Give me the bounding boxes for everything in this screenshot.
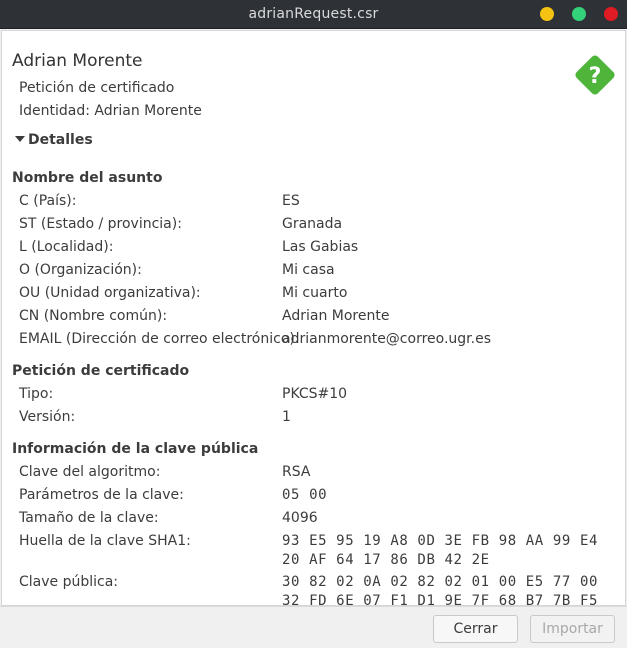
- triangle-down-icon: [15, 136, 25, 142]
- field-value: 05 00: [282, 487, 328, 503]
- window-title: adrianRequest.csr: [248, 6, 379, 22]
- subject-heading: Nombre del asunto: [12, 170, 163, 186]
- titlebar[interactable]: adrianRequest.csr: [0, 0, 627, 29]
- field-value: Granada: [282, 216, 343, 232]
- certificate-view[interactable]: Adrian Morente Petición de certificado I…: [1, 30, 626, 606]
- field-value: Adrian Morente: [282, 308, 390, 324]
- pubkey-heading: Información de la clave pública: [12, 441, 259, 457]
- question-diamond-icon: ?: [575, 55, 615, 95]
- field-label: Clave pública:: [19, 574, 119, 590]
- certificate-type: Petición de certificado: [19, 80, 175, 96]
- details-label: Detalles: [28, 132, 93, 148]
- field-label: C (País):: [19, 193, 77, 209]
- field-label: Tipo:: [19, 386, 54, 402]
- field-label: O (Organización):: [19, 262, 142, 278]
- field-value: RSA: [282, 464, 311, 480]
- field-label: EMAIL (Dirección de correo electrónico):: [19, 331, 300, 347]
- window: adrianRequest.csr Adrian Morente Petició…: [0, 0, 627, 648]
- field-value: Mi casa: [282, 262, 335, 278]
- field-value: 30 82 02 0A 02 82 02 01 00 E5 77 00: [282, 574, 599, 590]
- dialog-footer: Cerrar Importar: [0, 606, 627, 648]
- field-value: 1: [282, 409, 291, 425]
- field-label: L (Localidad):: [19, 239, 114, 255]
- field-value: 32 FD 6E 07 F1 D1 9E 7F 68 B7 7B F5: [282, 593, 599, 606]
- field-value: adrianmorente@correo.ugr.es: [282, 331, 491, 347]
- request-heading: Petición de certificado: [12, 363, 190, 379]
- identity-line: Identidad: Adrian Morente: [19, 103, 202, 119]
- field-value: Las Gabias: [282, 239, 359, 255]
- field-value: 20 AF 64 17 86 DB 42 2E: [282, 552, 490, 568]
- field-label: CN (Nombre común):: [19, 308, 168, 324]
- field-label: ST (Estado / provincia):: [19, 216, 182, 232]
- maximize-button[interactable]: [572, 7, 586, 21]
- field-value: 93 E5 95 19 A8 0D 3E FB 98 AA 99 E4: [282, 533, 599, 549]
- field-label: Parámetros de la clave:: [19, 487, 184, 503]
- field-label: Clave del algoritmo:: [19, 464, 161, 480]
- import-button[interactable]: Importar: [530, 615, 615, 643]
- close-window-button[interactable]: [604, 7, 618, 21]
- field-label: Versión:: [19, 409, 76, 425]
- close-button[interactable]: Cerrar: [433, 615, 518, 643]
- field-label: OU (Unidad organizativa):: [19, 285, 201, 301]
- field-value: ES: [282, 193, 300, 209]
- field-value: 4096: [282, 510, 318, 526]
- subject-name: Adrian Morente: [12, 51, 143, 71]
- field-value: PKCS#10: [282, 386, 348, 402]
- field-value: Mi cuarto: [282, 285, 348, 301]
- svg-text:?: ?: [589, 64, 602, 89]
- minimize-button[interactable]: [540, 7, 554, 21]
- field-label: Huella de la clave SHA1:: [19, 533, 191, 549]
- field-label: Tamaño de la clave:: [19, 510, 159, 526]
- details-expander[interactable]: Detalles: [15, 132, 93, 148]
